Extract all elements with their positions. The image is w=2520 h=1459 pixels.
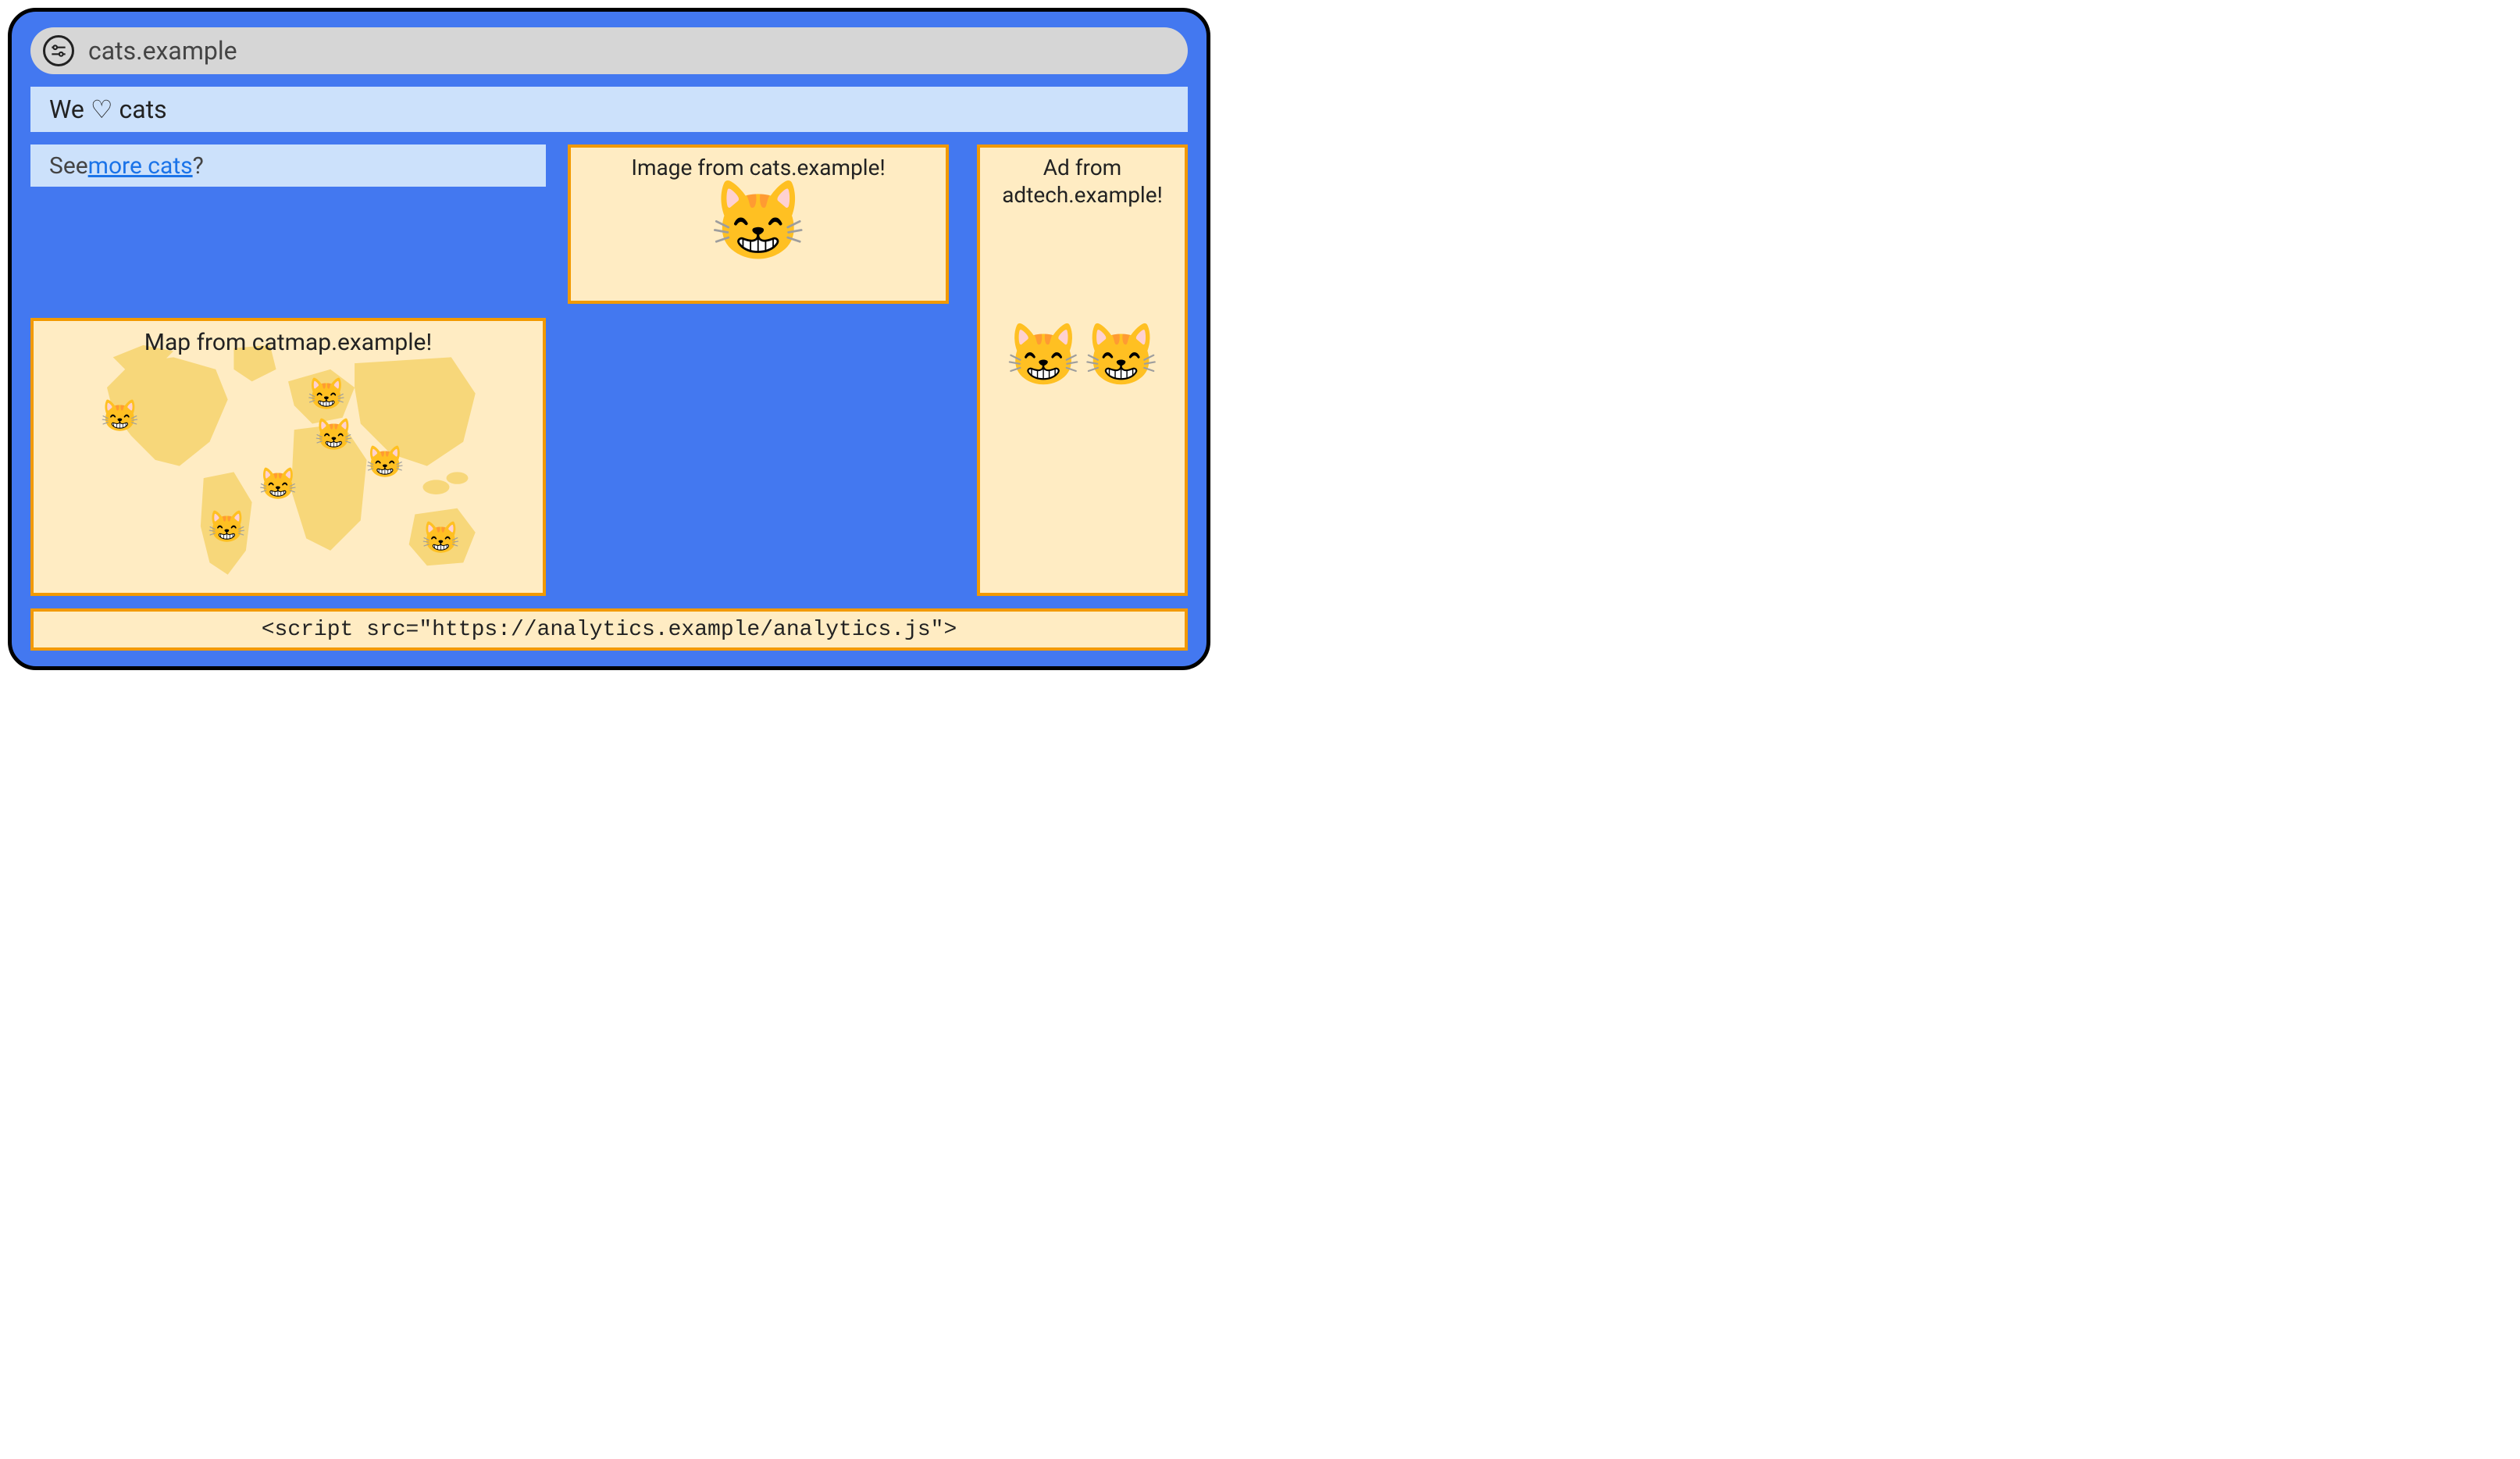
cat-icon: 😸 — [1006, 326, 1082, 387]
cat-pin: 😸 — [101, 401, 140, 432]
page-title: We ♡ cats — [30, 87, 1188, 132]
content-area: See more cats ? Map from catmap.example! — [30, 144, 1188, 596]
more-cats-link[interactable]: more cats — [88, 152, 193, 180]
page-title-text: We ♡ cats — [49, 95, 167, 124]
cat-pin: 😸 — [208, 512, 247, 543]
cat-pin: 😸 — [422, 523, 461, 554]
image-box: Image from cats.example! 😸 — [568, 144, 949, 304]
ad-cats: 😸 😸 — [1006, 326, 1159, 387]
ad-box: Ad from adtech.example! 😸 😸 — [977, 144, 1188, 596]
map-label: Map from catmap.example! — [144, 329, 432, 356]
script-bar: <script src="https://analytics.example/a… — [30, 608, 1188, 651]
cat-pin: 😸 — [315, 419, 354, 451]
map-box: Map from catmap.example! — [30, 318, 546, 596]
see-more-prefix: See — [49, 152, 88, 180]
browser-window: cats.example We ♡ cats See more cats ? M… — [8, 8, 1210, 670]
url-bar[interactable]: cats.example — [30, 27, 1188, 74]
script-text: <script src="https://analytics.example/a… — [262, 618, 957, 642]
site-settings-icon[interactable] — [43, 35, 74, 66]
url-text[interactable]: cats.example — [88, 36, 237, 66]
see-more-bar: See more cats ? — [30, 144, 546, 187]
cat-image: 😸 — [710, 183, 807, 261]
cat-pin: 😸 — [365, 447, 405, 478]
cat-pin: 😸 — [307, 379, 346, 410]
cat-icon: 😸 — [1083, 326, 1159, 387]
ad-box-label: Ad from adtech.example! — [980, 154, 1185, 209]
empty-space — [568, 318, 955, 596]
world-map — [34, 321, 543, 593]
cat-pin: 😸 — [258, 469, 298, 500]
see-more-suffix: ? — [193, 152, 204, 180]
